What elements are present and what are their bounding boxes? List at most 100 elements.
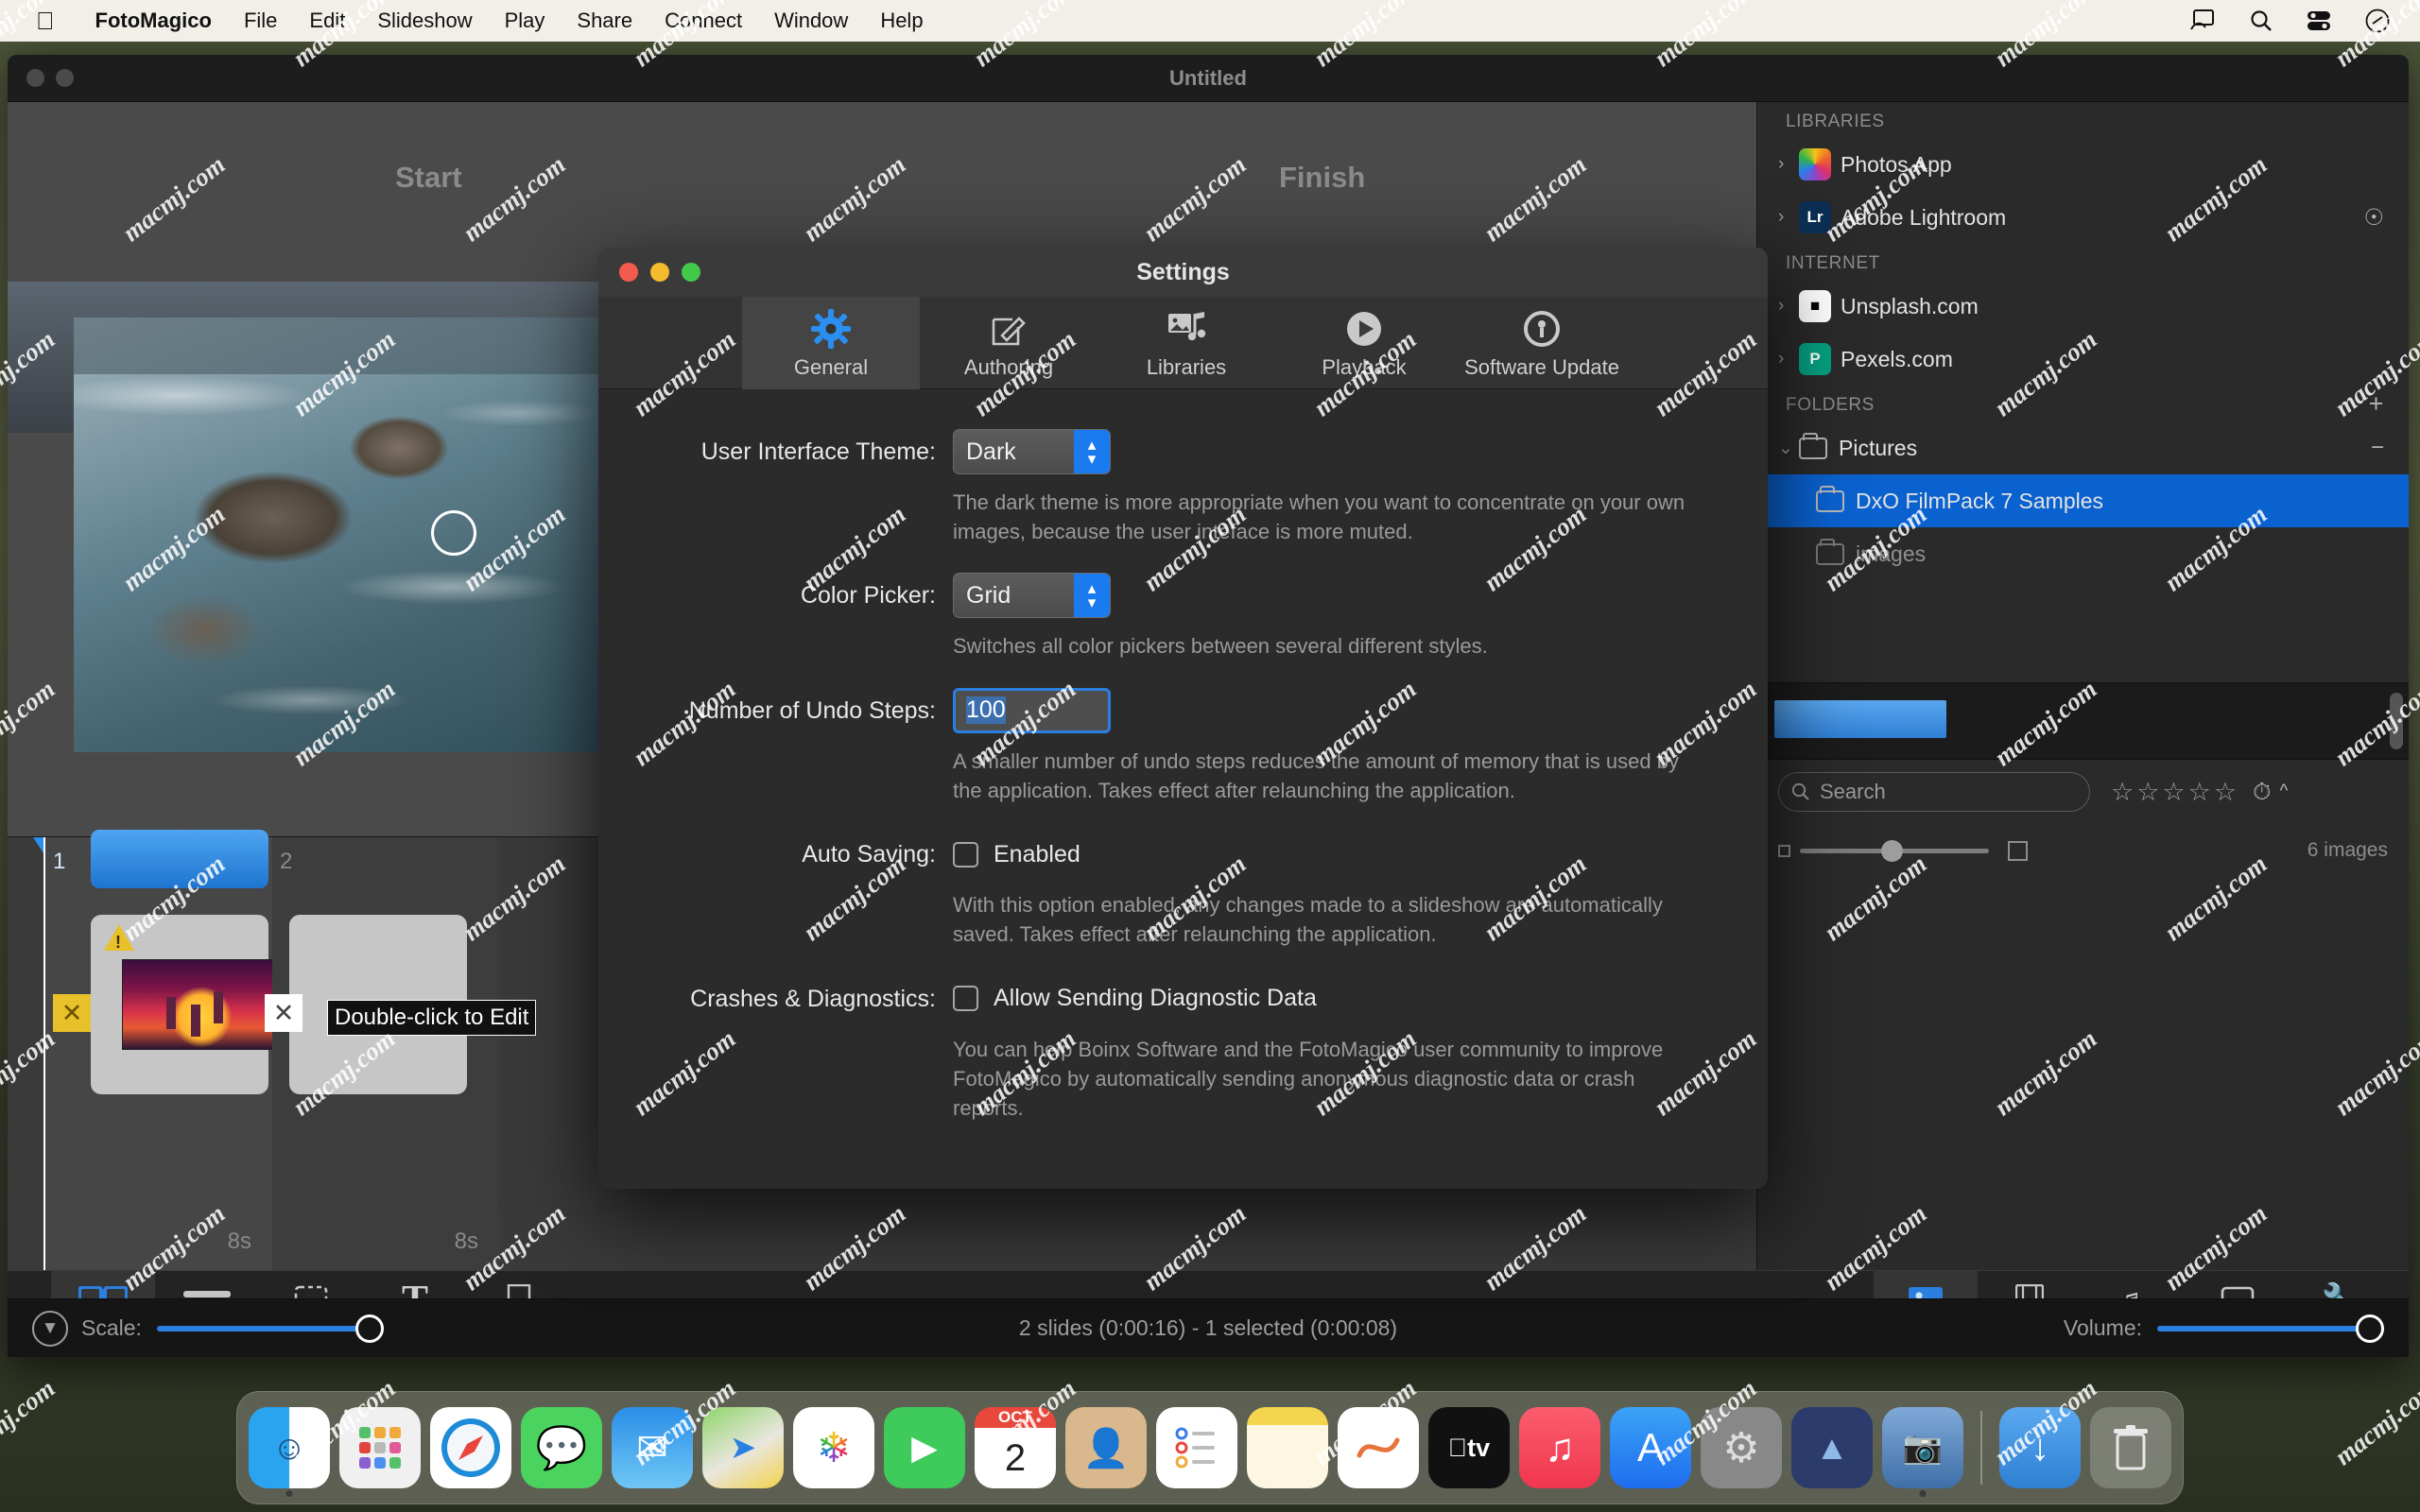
add-folder-icon[interactable]: + bbox=[2369, 389, 2384, 419]
stage-preview-image[interactable] bbox=[74, 318, 598, 752]
slider-knob[interactable] bbox=[1881, 839, 1903, 862]
disclosure-chevron-icon[interactable]: ▼ bbox=[32, 1310, 68, 1347]
menu-window[interactable]: Window bbox=[758, 9, 864, 33]
safari-icon[interactable] bbox=[430, 1407, 511, 1488]
chevron-right-icon[interactable]: › bbox=[1778, 207, 1799, 228]
system-settings-icon[interactable]: ⚙ bbox=[1701, 1407, 1782, 1488]
menu-edit[interactable]: Edit bbox=[293, 9, 361, 33]
apple-logo-icon[interactable]:  bbox=[36, 9, 55, 33]
diagnostics-checkbox[interactable] bbox=[953, 986, 978, 1012]
menu-file[interactable]: File bbox=[228, 9, 293, 33]
reminders-icon[interactable] bbox=[1156, 1407, 1237, 1488]
warning-icon[interactable] bbox=[104, 924, 134, 953]
library-row-pexels[interactable]: › P Pexels.com bbox=[1757, 333, 2409, 386]
slide-column-1[interactable]: 1 ✕ 8s bbox=[45, 830, 281, 1270]
freeform-icon[interactable] bbox=[1338, 1407, 1419, 1488]
folder-row-dxo-filmpack[interactable]: DxO FilmPack 7 Samples bbox=[1757, 474, 2409, 527]
search-input[interactable]: Search bbox=[1778, 772, 2090, 812]
siri-icon[interactable] bbox=[2364, 8, 2391, 34]
undo-steps-input[interactable]: 100 bbox=[953, 687, 1111, 733]
menu-help[interactable]: Help bbox=[864, 9, 939, 33]
photos-icon[interactable]: ❄ bbox=[793, 1407, 874, 1488]
library-row-adobe-lightroom[interactable]: › Lr Adobe Lightroom ☉ bbox=[1757, 191, 2409, 244]
settings-tab-software-update[interactable]: Software Update bbox=[1453, 297, 1631, 389]
photos-app-icon bbox=[1799, 148, 1831, 180]
folder-icon bbox=[1799, 432, 1827, 459]
auto-saving-checkbox-row[interactable]: Enabled bbox=[953, 832, 1768, 877]
chevron-right-icon[interactable]: › bbox=[1778, 154, 1799, 175]
finder-icon[interactable]: ☺ bbox=[249, 1407, 330, 1497]
screen-share-icon[interactable] bbox=[2188, 9, 2217, 33]
affinity-icon[interactable]: ▲ bbox=[1791, 1407, 1873, 1488]
transition-white-icon[interactable]: ✕ bbox=[265, 994, 302, 1032]
maps-icon[interactable]: ➤ bbox=[702, 1407, 784, 1488]
browser-search-row: Search ☆☆☆☆☆ ⏱ ^ bbox=[1757, 760, 2409, 824]
trash-icon[interactable] bbox=[2090, 1407, 2171, 1488]
fotomagico-icon[interactable]: 📷 bbox=[1882, 1407, 1963, 1497]
menu-slideshow[interactable]: Slideshow bbox=[361, 9, 488, 33]
thumbnail-scrollbar[interactable] bbox=[2390, 693, 2403, 749]
contacts-icon[interactable]: 👤 bbox=[1065, 1407, 1147, 1488]
thumbnail-strip[interactable] bbox=[1757, 682, 2409, 760]
settings-title: Settings bbox=[1136, 258, 1230, 285]
volume-slider-knob[interactable] bbox=[2356, 1314, 2384, 1343]
chevron-right-icon[interactable]: › bbox=[1778, 296, 1799, 317]
slide-number: 2 bbox=[280, 849, 293, 874]
menu-connect[interactable]: Connect bbox=[648, 9, 758, 33]
chevron-updown-icon[interactable]: ▴ ▾ bbox=[1074, 574, 1110, 618]
thumbnail-selected[interactable] bbox=[1774, 700, 1946, 738]
settings-tab-authoring[interactable]: Authoring bbox=[920, 297, 1098, 389]
slide-column-2[interactable]: 2 ✕ Double-click to Edit 8s bbox=[265, 837, 537, 1270]
diagnostics-checkbox-row[interactable]: Allow Sending Diagnostic Data bbox=[953, 976, 1768, 1022]
facetime-icon[interactable]: ▶ bbox=[884, 1407, 965, 1488]
window-title: Untitled bbox=[1169, 65, 1247, 90]
remove-folder-icon[interactable]: − bbox=[2371, 435, 2384, 461]
chevron-updown-icon[interactable]: ▴ ▾ bbox=[1074, 430, 1110, 473]
settings-tab-libraries[interactable]: Libraries bbox=[1098, 297, 1275, 389]
thumbnail-size-slider[interactable] bbox=[1800, 839, 1989, 862]
settings-tab-general[interactable]: General bbox=[742, 296, 920, 389]
theme-select[interactable]: Dark ▴ ▾ bbox=[953, 429, 1111, 474]
calendar-icon[interactable]: OCT 2 bbox=[975, 1407, 1056, 1488]
folder-row-pictures[interactable]: ⌄ Pictures − bbox=[1757, 421, 2409, 474]
menu-share[interactable]: Share bbox=[561, 9, 648, 33]
appstore-icon[interactable]: A bbox=[1610, 1407, 1691, 1488]
media-browser-panel: LIBRARIES › Photos App › Lr Adobe Lightr… bbox=[1756, 102, 2409, 1357]
folder-row-images[interactable]: images bbox=[1757, 527, 2409, 580]
transition-gold-icon[interactable]: ✕ bbox=[53, 994, 91, 1032]
small-thumb-icon[interactable] bbox=[1778, 844, 1790, 857]
mail-icon[interactable]: ✉ bbox=[612, 1407, 693, 1488]
chevron-up-icon[interactable]: ^ bbox=[2280, 782, 2289, 802]
library-label: Photos App bbox=[1841, 151, 1952, 177]
messages-icon[interactable]: 💬 bbox=[521, 1407, 602, 1488]
double-click-to-edit-label[interactable]: Double-click to Edit bbox=[327, 1000, 537, 1036]
notes-icon[interactable] bbox=[1247, 1407, 1328, 1488]
scale-slider-knob[interactable] bbox=[354, 1314, 384, 1343]
slide-selection-bar bbox=[91, 830, 268, 888]
crop-handle[interactable] bbox=[431, 510, 476, 556]
scale-slider[interactable] bbox=[156, 1314, 384, 1343]
volume-slider[interactable] bbox=[2157, 1314, 2384, 1343]
launchpad-icon[interactable] bbox=[339, 1407, 421, 1488]
account-icon[interactable]: ☉ bbox=[2363, 204, 2384, 232]
library-row-unsplash[interactable]: › ■ Unsplash.com bbox=[1757, 280, 2409, 333]
auto-saving-checkbox[interactable] bbox=[953, 841, 978, 868]
chevron-right-icon[interactable]: › bbox=[1778, 349, 1799, 369]
status-bar: ▼ Scale: 2 slides (0:00:16) - 1 selected… bbox=[8, 1298, 2409, 1357]
recent-clock-icon[interactable]: ⏱ bbox=[2253, 779, 2272, 806]
control-center-icon[interactable] bbox=[2306, 9, 2332, 32]
settings-tab-playback[interactable]: Playback bbox=[1275, 297, 1453, 389]
appletv-icon[interactable]: tv bbox=[1428, 1407, 1510, 1488]
color-picker-select[interactable]: Grid ▴ ▾ bbox=[953, 573, 1111, 619]
rating-stars[interactable]: ☆☆☆☆☆ bbox=[2111, 778, 2239, 807]
large-thumb-icon[interactable] bbox=[2008, 840, 2028, 861]
gear-icon bbox=[811, 306, 851, 352]
music-icon[interactable]: ♫ bbox=[1519, 1407, 1600, 1488]
menu-play[interactable]: Play bbox=[489, 9, 562, 33]
menu-fotomagico[interactable]: FotoMagico bbox=[79, 9, 228, 33]
downloads-icon[interactable]: ↓ bbox=[1999, 1407, 2081, 1488]
library-row-photos-app[interactable]: › Photos App bbox=[1757, 138, 2409, 191]
chevron-down-icon[interactable]: ⌄ bbox=[1778, 438, 1799, 459]
search-icon[interactable] bbox=[2249, 9, 2273, 33]
slide-thumbnail-box[interactable] bbox=[91, 915, 281, 1094]
